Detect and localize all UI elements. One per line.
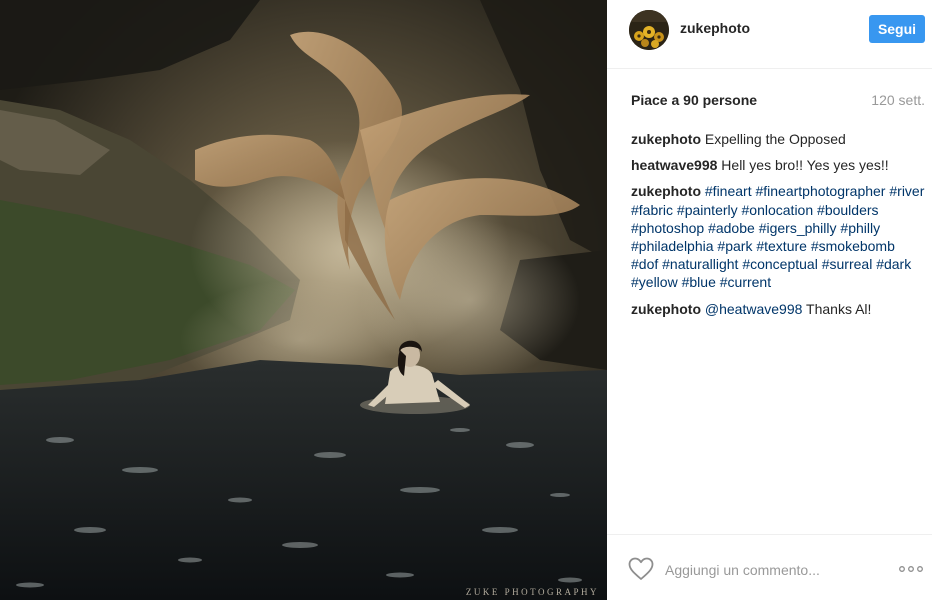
hashtag-list: #fineart #fineartphotographer #river #fa… bbox=[631, 183, 924, 290]
hashtag-link[interactable]: #fineart bbox=[705, 183, 752, 199]
hashtag-link[interactable]: #blue bbox=[682, 274, 716, 290]
hashtag-link[interactable]: #park bbox=[717, 238, 752, 254]
avatar-image bbox=[629, 10, 669, 50]
hashtag-link[interactable]: #river bbox=[889, 183, 924, 199]
comment-text: Hell yes bro!! Yes yes yes!! bbox=[721, 157, 889, 174]
heart-icon[interactable] bbox=[628, 557, 654, 581]
likes-count[interactable]: Piace a 90 persone bbox=[631, 92, 757, 108]
more-options-icon[interactable] bbox=[898, 564, 924, 574]
hashtag-link[interactable]: #conceptual bbox=[742, 256, 818, 272]
comment-caption: zukephoto Expelling the Opposed bbox=[631, 130, 925, 148]
hashtag-link[interactable]: #surreal bbox=[822, 256, 873, 272]
hashtag-link[interactable]: #boulders bbox=[817, 202, 879, 218]
hashtag-link[interactable]: #onlocation bbox=[742, 202, 814, 218]
comment-username[interactable]: zukephoto bbox=[631, 301, 701, 317]
hashtag-link[interactable]: #painterly bbox=[677, 202, 738, 218]
comment-username[interactable]: zukephoto bbox=[631, 183, 701, 199]
follow-button[interactable]: Segui bbox=[869, 15, 925, 43]
hashtag-link[interactable]: #dof bbox=[631, 256, 658, 272]
comment-username[interactable]: heatwave998 bbox=[631, 157, 717, 173]
hashtag-link[interactable]: #adobe bbox=[708, 220, 755, 236]
post-age[interactable]: 120 sett. bbox=[871, 92, 925, 108]
username[interactable]: zukephoto bbox=[680, 20, 750, 36]
hashtag-link[interactable]: #yellow bbox=[631, 274, 678, 290]
hashtag-link[interactable]: #smokebomb bbox=[811, 238, 895, 254]
hashtag-link[interactable]: #photoshop bbox=[631, 220, 704, 236]
hashtag-link[interactable]: #philadelphia bbox=[631, 238, 714, 254]
post-footer bbox=[607, 534, 932, 601]
hashtag-link[interactable]: #texture bbox=[756, 238, 807, 254]
hashtag-link[interactable]: #fineartphotographer bbox=[755, 183, 885, 199]
avatar[interactable] bbox=[629, 10, 669, 50]
hashtag-link[interactable]: #current bbox=[720, 274, 771, 290]
add-comment-input[interactable] bbox=[665, 559, 885, 581]
post-header: zukephoto Segui bbox=[607, 0, 932, 69]
comment-text: Thanks Al! bbox=[806, 300, 872, 317]
comment-hashtags: zukephoto #fineart #fineartphotographer … bbox=[631, 182, 925, 291]
comment-text: Expelling the Opposed bbox=[704, 131, 846, 147]
photo-watermark: ZUKE PHOTOGRAPHY bbox=[465, 587, 599, 597]
post-details-panel: zukephoto Segui Piace a 90 persone 120 s… bbox=[607, 0, 952, 600]
comments-list: zukephoto Expelling the Opposed heatwave… bbox=[631, 130, 925, 326]
comment-reply: zukephoto @heatwave998 Thanks Al! bbox=[631, 300, 925, 318]
likes-row: Piace a 90 persone 120 sett. bbox=[631, 92, 925, 112]
comment-username[interactable]: zukephoto bbox=[631, 131, 701, 147]
hashtag-link[interactable]: #igers_philly bbox=[759, 220, 837, 236]
mention-link[interactable]: @heatwave998 bbox=[705, 301, 803, 317]
hashtag-link[interactable]: #dark bbox=[876, 256, 911, 272]
hashtag-link[interactable]: #fabric bbox=[631, 202, 673, 218]
hashtag-link[interactable]: #philly bbox=[840, 220, 880, 236]
photo-artwork bbox=[0, 0, 607, 600]
hashtag-link[interactable]: #naturallight bbox=[662, 256, 738, 272]
comment-item: heatwave998 Hell yes bro!! Yes yes yes!! bbox=[631, 156, 925, 174]
post-photo[interactable]: ZUKE PHOTOGRAPHY bbox=[0, 0, 607, 600]
